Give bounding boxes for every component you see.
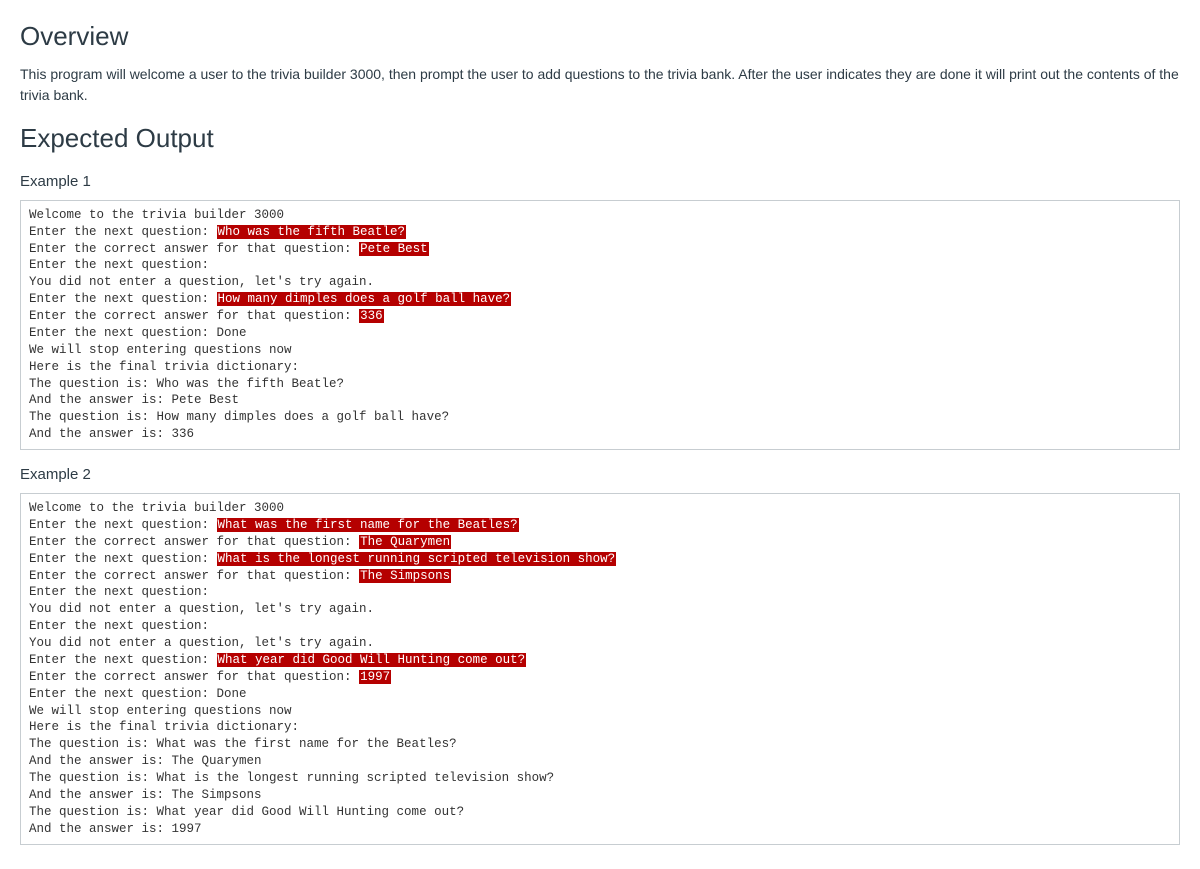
examples-container: Example 1 Welcome to the trivia builder 3… [20, 171, 1180, 845]
user-input-highlight: Who was the fifth Beatle? [217, 225, 407, 239]
user-input-highlight: What was the first name for the Beatles? [217, 518, 519, 532]
user-input-highlight: Pete Best [359, 242, 429, 256]
expected-output-heading: Expected Output [20, 120, 1180, 156]
user-input-highlight: How many dimples does a golf ball have? [217, 292, 512, 306]
user-input-highlight: The Simpsons [359, 569, 451, 583]
example-label: Example 2 [20, 464, 1180, 485]
overview-text: This program will welcome a user to the … [20, 64, 1180, 106]
user-input-highlight: 336 [359, 309, 384, 323]
user-input-highlight: What year did Good Will Hunting come out… [217, 653, 527, 667]
sample-output: Welcome to the trivia builder 3000 Enter… [20, 200, 1180, 450]
user-input-highlight: 1997 [359, 670, 391, 684]
example-label: Example 1 [20, 171, 1180, 192]
overview-heading: Overview [20, 18, 1180, 54]
user-input-highlight: The Quarymen [359, 535, 451, 549]
sample-output: Welcome to the trivia builder 3000 Enter… [20, 493, 1180, 845]
user-input-highlight: What is the longest running scripted tel… [217, 552, 617, 566]
